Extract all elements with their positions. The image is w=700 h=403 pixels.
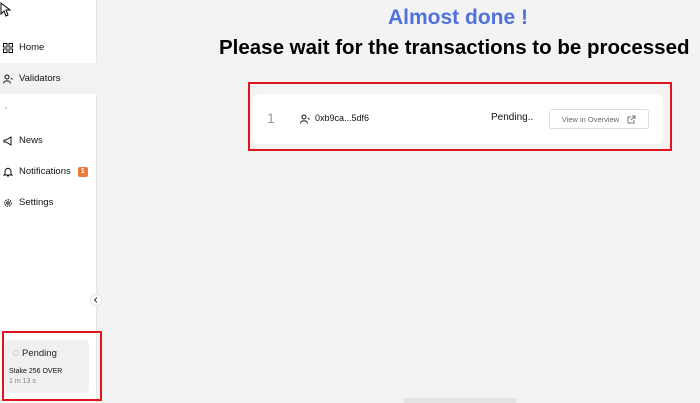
sidebar-item-validators[interactable]: Validators: [0, 63, 97, 94]
highlight-box-pending: [2, 331, 102, 401]
page-subheading: Please wait for the transactions to be p…: [219, 36, 690, 59]
user-icon: [300, 114, 310, 124]
megaphone-icon: [2, 135, 14, 147]
chevron-left-icon: [93, 297, 98, 303]
transaction-row: 1 0xb9ca...5df6 Pending.. View in Overvi…: [253, 94, 663, 144]
collapse-sidebar-button[interactable]: [90, 294, 102, 306]
sidebar-item-label: Settings: [19, 197, 54, 208]
sidebar-item-home[interactable]: Home: [0, 32, 97, 63]
sidebar-item-label: News: [19, 135, 43, 146]
sidebar-item-label: Notifications: [19, 166, 71, 177]
sidebar-item-notifications[interactable]: Notifications 1: [0, 156, 97, 187]
sidebar-item-news[interactable]: News: [0, 125, 97, 156]
grid-icon: [2, 42, 14, 54]
page-heading: Almost done !: [388, 6, 528, 29]
transaction-status: Pending..: [491, 112, 534, 123]
notification-count-badge: 1: [77, 166, 88, 177]
gear-icon: [2, 197, 14, 209]
horizontal-scrollbar[interactable]: [403, 398, 517, 403]
cursor-icon: [0, 2, 12, 17]
sidebar-item-label: Home: [19, 42, 45, 53]
sidebar-item-settings[interactable]: Settings: [0, 187, 97, 218]
view-in-overview-button[interactable]: View in Overview: [549, 109, 649, 129]
bell-icon: [2, 166, 14, 178]
users-icon: [2, 73, 14, 85]
transaction-index: 1: [267, 110, 275, 126]
transaction-address: 0xb9ca...5df6: [315, 113, 370, 123]
external-link-icon: [627, 115, 636, 123]
sidebar-item-label: Validators: [19, 73, 61, 84]
view-in-overview-label: View in Overview: [561, 114, 620, 124]
divider: [5, 107, 7, 109]
